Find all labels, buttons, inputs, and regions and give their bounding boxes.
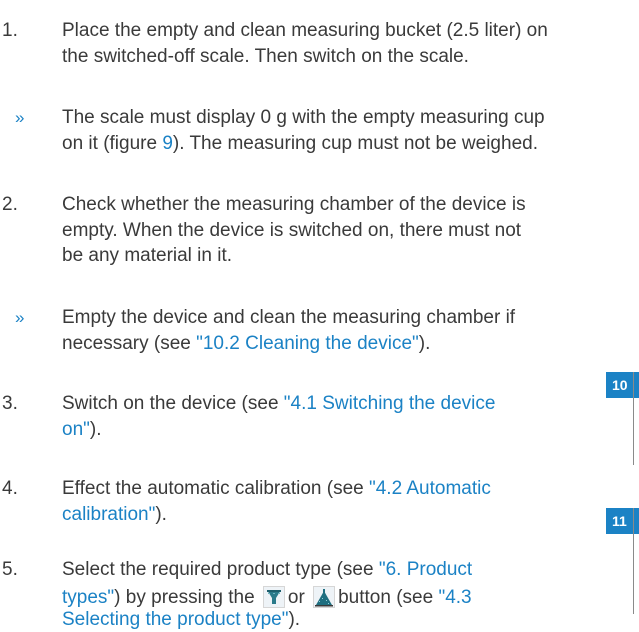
step-text: Effect the automatic calibration (see "4…	[62, 476, 639, 527]
step-number: 2.	[2, 192, 42, 218]
link-product-types-cont[interactable]: types"	[62, 587, 114, 608]
funnel-product-icon-graphic	[264, 587, 284, 607]
manual-page: 1. Place the empty and clean measuring b…	[0, 0, 639, 614]
pile-product-icon-graphic	[314, 587, 334, 607]
step-5-line-3	[0, 610, 639, 614]
link-cleaning-device[interactable]: "10.2 Cleaning the device"	[196, 333, 419, 354]
result-text: The scale must display 0 g with the empt…	[62, 105, 639, 156]
step-number: 4.	[2, 476, 42, 502]
link-product-types[interactable]: "6. Product	[379, 559, 472, 580]
step-text: Switch on the device (see "4.1 Switching…	[62, 391, 639, 442]
pile-product-icon[interactable]	[313, 586, 335, 608]
step-number: 5.	[2, 557, 42, 583]
step-text: Check whether the measuring chamber of t…	[62, 192, 639, 269]
funnel-product-icon[interactable]	[263, 586, 285, 608]
link-selecting-product-type[interactable]: "4.3	[438, 587, 471, 608]
figure-reference[interactable]: 9	[162, 133, 173, 154]
link-switching-device-on-cont[interactable]: on"	[62, 419, 90, 440]
figure-10-frame	[633, 372, 639, 465]
step-number: 1.	[2, 18, 42, 44]
figure-11-frame	[633, 508, 639, 614]
step-number: 3.	[2, 391, 42, 417]
step-text: Place the empty and clean measuring buck…	[62, 18, 639, 69]
link-switching-device-on[interactable]: "4.1 Switching the device	[284, 393, 496, 414]
link-automatic-calibration-cont[interactable]: calibration"	[62, 504, 155, 525]
result-arrow: »	[15, 305, 24, 331]
result-arrow: »	[15, 105, 24, 131]
step-text: Select the required product type (see "6…	[62, 557, 639, 632]
link-automatic-calibration[interactable]: "4.2 Automatic	[369, 478, 491, 499]
result-text: Empty the device and clean the measuring…	[62, 305, 639, 356]
